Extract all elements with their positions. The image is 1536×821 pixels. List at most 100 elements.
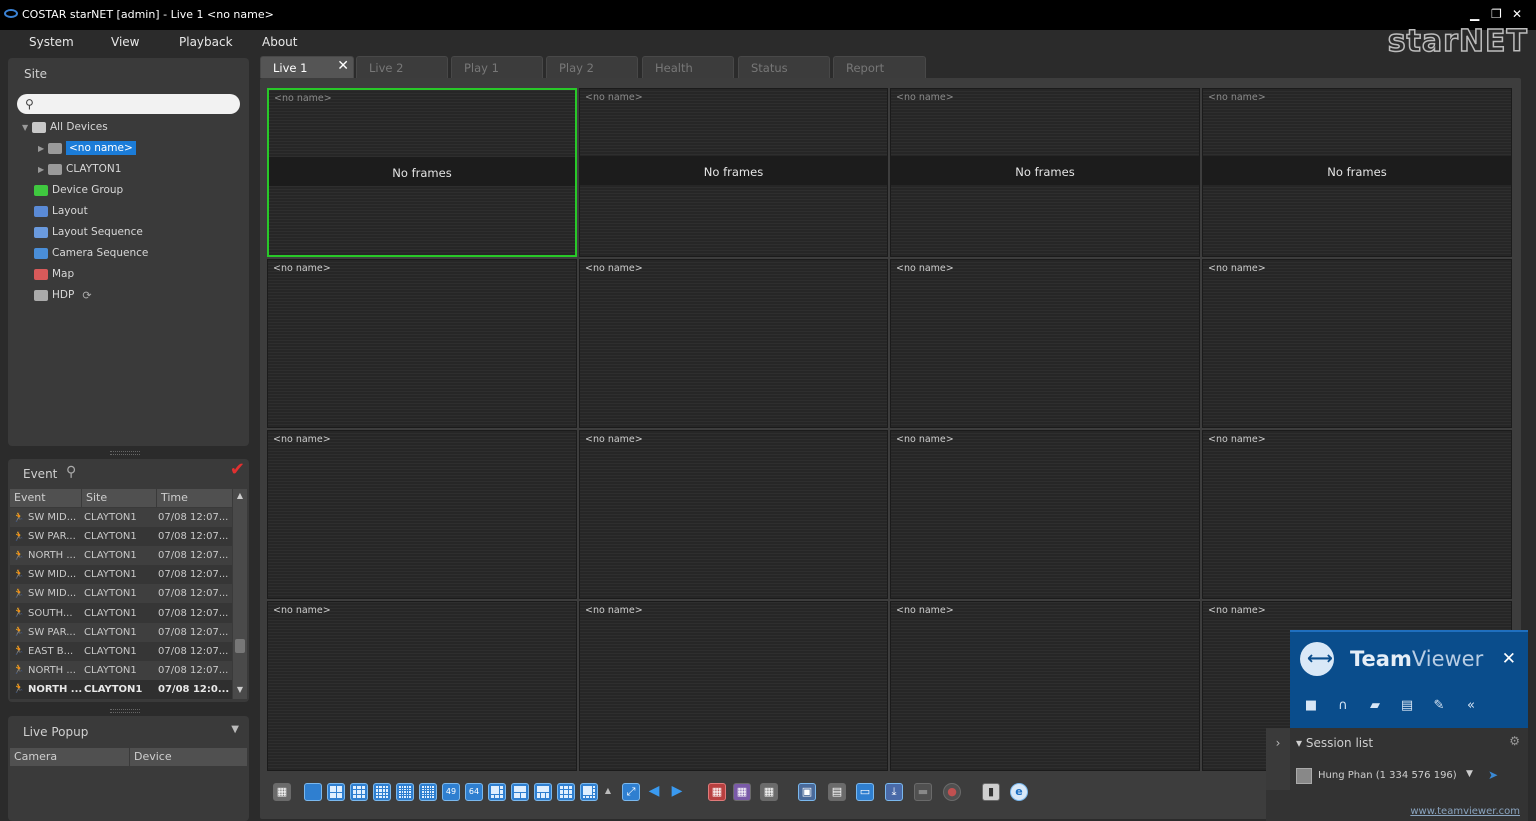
- camera-tree-toggle-icon[interactable]: ▦: [273, 783, 291, 801]
- tree-item-camera-sequence[interactable]: Camera Sequence: [34, 244, 148, 262]
- tools-icon[interactable]: ✎: [1430, 698, 1448, 714]
- session-list-title[interactable]: ▾ Session list: [1296, 736, 1373, 750]
- camera-cell[interactable]: <no name>: [267, 259, 577, 428]
- tab-live-2[interactable]: Live 2: [356, 56, 448, 78]
- collapse-icon[interactable]: «: [1462, 698, 1480, 714]
- event-row[interactable]: 🏃 SW MID... CLAYTON1 07/08 12:07...: [10, 565, 232, 585]
- restore-button[interactable]: ❐: [1491, 7, 1502, 21]
- layout-6x6-icon[interactable]: [419, 783, 437, 801]
- tree-item-layout[interactable]: Layout: [34, 202, 88, 220]
- check-icon[interactable]: ✔: [230, 459, 245, 480]
- tree-item-no-name[interactable]: ▶ <no name>: [38, 139, 136, 157]
- event-scrollbar[interactable]: ▲ ▼: [233, 489, 247, 699]
- site-search-input[interactable]: [43, 96, 233, 112]
- expand-icon[interactable]: ›: [1266, 728, 1290, 790]
- camera-cell[interactable]: <no name>: [890, 259, 1200, 428]
- chevron-down-icon[interactable]: ▼: [1466, 769, 1473, 779]
- tree-item-map[interactable]: Map: [34, 265, 74, 283]
- audio-icon[interactable]: ▬: [914, 783, 932, 801]
- event-row[interactable]: 🏃 SW PAR... CLAYTON1 07/08 12:07...: [10, 527, 232, 547]
- save-icon[interactable]: ▭: [856, 783, 874, 801]
- site-search-box[interactable]: ⚲: [17, 94, 240, 114]
- camera-cell[interactable]: <no name>: [267, 430, 577, 599]
- event-row[interactable]: 🏃 NORTH ... CLAYTON1 07/08 12:07...: [10, 546, 232, 566]
- teamviewer-close-icon[interactable]: ✕: [1502, 649, 1516, 669]
- camera-cell[interactable]: <no name>: [1202, 259, 1512, 428]
- record-icon[interactable]: ●: [943, 783, 961, 801]
- event-row[interactable]: 🏃 SW PAR... CLAYTON1 07/08 12:07...: [10, 622, 232, 642]
- tree-item-device-group[interactable]: Device Group: [34, 181, 123, 199]
- cursor-icon[interactable]: ➤: [1488, 768, 1498, 782]
- sequence-gray-icon[interactable]: ▦: [760, 783, 778, 801]
- panel-splitter[interactable]: [110, 451, 140, 455]
- tab-play-1[interactable]: Play 1: [451, 56, 543, 78]
- close-button[interactable]: ✕: [1512, 7, 1522, 21]
- camera-cell[interactable]: <no name> No frames: [267, 88, 577, 257]
- refresh-icon[interactable]: ⟳: [82, 289, 91, 302]
- column-header-site[interactable]: Site: [82, 489, 157, 507]
- column-header-device[interactable]: Device: [130, 748, 247, 766]
- scroll-up-arrow-icon[interactable]: ▲: [235, 491, 245, 503]
- layout-3x3-icon[interactable]: [350, 783, 368, 801]
- next-page-icon[interactable]: ▶: [668, 783, 686, 801]
- teamviewer-link[interactable]: www.teamviewer.com: [1410, 806, 1520, 817]
- scroll-down-arrow-icon[interactable]: ▼: [235, 685, 245, 697]
- expand-arrow-icon[interactable]: ▼: [22, 123, 32, 132]
- camera-cell[interactable]: <no name>: [890, 430, 1200, 599]
- tree-item-layout-sequence[interactable]: Layout Sequence: [34, 223, 143, 241]
- video-camera-icon[interactable]: ■: [1302, 698, 1320, 714]
- layout-1x1-icon[interactable]: [304, 783, 322, 801]
- camera-cell[interactable]: <no name>: [579, 430, 888, 599]
- tree-item-hdp[interactable]: HDP ⟳: [34, 286, 92, 304]
- tab-report[interactable]: Report: [833, 56, 926, 78]
- camera-cell[interactable]: <no name>: [579, 259, 888, 428]
- event-search-icon[interactable]: ⚲: [66, 464, 76, 480]
- menu-system[interactable]: System: [29, 35, 74, 49]
- event-row[interactable]: 🏃 SW MID... CLAYTON1 07/08 12:07...: [10, 584, 232, 604]
- event-row[interactable]: 🏃 NORTH ... CLAYTON1 07/08 12:0...: [10, 679, 232, 699]
- layout-64-icon[interactable]: 64: [465, 783, 483, 801]
- scroll-thumb[interactable]: [235, 639, 245, 653]
- column-header-camera[interactable]: Camera: [10, 748, 130, 766]
- layout-custom-3-icon[interactable]: [534, 783, 552, 801]
- tree-item-all-devices[interactable]: ▼ All Devices: [22, 118, 108, 136]
- menu-about[interactable]: About: [262, 35, 297, 49]
- camera-cell[interactable]: <no name> No frames: [579, 88, 888, 257]
- osd-icon[interactable]: ▤: [828, 783, 846, 801]
- tab-live-1[interactable]: Live 1 ✕: [260, 56, 354, 78]
- tab-status[interactable]: Status: [738, 56, 830, 78]
- minimize-button[interactable]: ▁: [1470, 7, 1479, 21]
- camera-cell[interactable]: <no name> No frames: [890, 88, 1200, 257]
- info-icon[interactable]: ▮: [982, 783, 1000, 801]
- sequence-red-icon[interactable]: ▦: [708, 783, 726, 801]
- layout-4x4-icon[interactable]: [373, 783, 391, 801]
- expand-arrow-icon[interactable]: ▶: [38, 165, 48, 174]
- snapshot-icon[interactable]: ▣: [798, 783, 816, 801]
- layout-49-icon[interactable]: 49: [442, 783, 460, 801]
- headset-icon[interactable]: ∩: [1334, 698, 1352, 714]
- tree-item-clayton1[interactable]: ▶ CLAYTON1: [38, 160, 121, 178]
- instant-playback-icon[interactable]: ⤓: [885, 783, 903, 801]
- fullscreen-icon[interactable]: ⤢: [622, 783, 640, 801]
- expand-arrow-icon[interactable]: ▶: [38, 144, 48, 153]
- web-browser-icon[interactable]: e: [1010, 783, 1028, 801]
- camera-cell[interactable]: <no name>: [1202, 430, 1512, 599]
- layout-custom-5-icon[interactable]: [580, 783, 598, 801]
- event-row[interactable]: 🏃 SW MID... CLAYTON1 07/08 12:07...: [10, 508, 232, 528]
- layout-menu-arrow-icon[interactable]: ▲: [602, 783, 614, 801]
- chevron-down-icon[interactable]: ▼: [231, 724, 239, 735]
- layout-2x2-icon[interactable]: [327, 783, 345, 801]
- camera-cell[interactable]: <no name>: [579, 601, 888, 771]
- close-icon[interactable]: ✕: [337, 58, 349, 74]
- layout-5x5-icon[interactable]: [396, 783, 414, 801]
- layout-custom-4-icon[interactable]: [557, 783, 575, 801]
- event-row[interactable]: 🏃 EAST B... CLAYTON1 07/08 12:07...: [10, 641, 232, 661]
- column-header-time[interactable]: Time: [157, 489, 232, 507]
- sequence-purple-icon[interactable]: ▦: [733, 783, 751, 801]
- chat-icon[interactable]: ▰: [1366, 698, 1384, 714]
- gear-icon[interactable]: ⚙: [1509, 734, 1520, 748]
- layout-custom-1-icon[interactable]: [488, 783, 506, 801]
- previous-page-icon[interactable]: ◀: [645, 783, 663, 801]
- file-transfer-icon[interactable]: ▤: [1398, 698, 1416, 714]
- column-header-event[interactable]: Event: [10, 489, 82, 507]
